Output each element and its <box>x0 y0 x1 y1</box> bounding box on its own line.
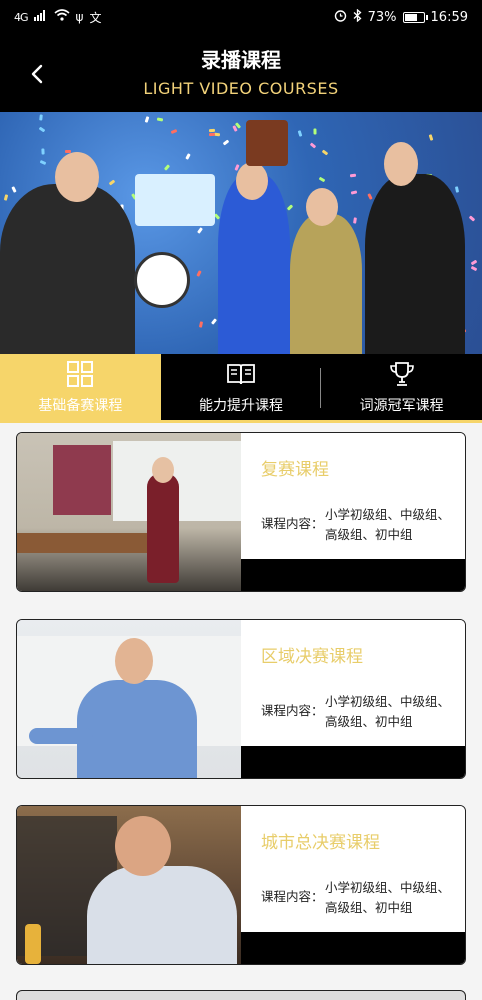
battery-level <box>404 13 417 21</box>
network-type: 4G <box>14 10 28 24</box>
course-content-label: 课程内容： <box>261 889 324 904</box>
tab-label: 词源冠军课程 <box>359 398 444 414</box>
person-1-head <box>55 152 99 202</box>
bulletin-board <box>53 445 111 515</box>
banner-badge <box>134 252 190 308</box>
course-card-partial[interactable] <box>16 990 466 1000</box>
course-content-label: 课程内容： <box>261 516 324 531</box>
trophy-held <box>246 120 288 166</box>
tab-etymology-champion[interactable]: 词源冠军课程 <box>321 354 482 420</box>
tab-basic-prep[interactable]: 基础备赛课程 <box>0 354 161 420</box>
instructor-head <box>115 816 171 876</box>
wifi-icon <box>54 9 70 25</box>
course-title: 城市总决赛课程 <box>261 833 380 853</box>
course-tabs: 基础备赛课程 能力提升课程 词源冠军课程 <box>0 354 482 420</box>
instructor <box>87 866 237 964</box>
banner-placard <box>135 174 215 226</box>
course-title: 复赛课程 <box>261 460 329 480</box>
signal-icon <box>33 9 48 25</box>
confetti-piece <box>39 114 43 121</box>
course-title: 区域决赛课程 <box>261 647 363 667</box>
person-3-head <box>306 188 338 226</box>
course-info: 复赛课程 课程内容： 小学初级组、中级组、高级组、初中组 <box>241 433 465 559</box>
banner-image[interactable] <box>0 112 482 354</box>
card-footer-bar <box>241 746 465 778</box>
course-card[interactable]: 复赛课程 课程内容： 小学初级组、中级组、高级组、初中组 <box>16 432 466 592</box>
course-card[interactable]: 城市总决赛课程 课程内容： 小学初级组、中级组、高级组、初中组 <box>16 805 466 965</box>
course-thumbnail <box>17 433 241 591</box>
instructor <box>77 680 197 778</box>
tab-ability-improve[interactable]: 能力提升课程 <box>161 354 322 420</box>
tab-underline <box>0 420 482 423</box>
person-1 <box>0 184 135 354</box>
confetti-piece <box>313 128 317 135</box>
teacher-head <box>152 457 174 483</box>
course-info: 区域决赛课程 课程内容： 小学初级组、中级组、高级组、初中组 <box>241 620 465 746</box>
course-content: 小学初级组、中级组、高级组、初中组 <box>325 880 451 915</box>
teacher <box>147 473 179 583</box>
person-2 <box>218 174 290 354</box>
alarm-icon <box>334 9 347 26</box>
person-4 <box>365 174 465 354</box>
confetti-piece <box>41 148 45 155</box>
page-title: 录播课程 <box>201 48 281 72</box>
card-footer-bar <box>241 932 465 964</box>
battery-icon <box>402 11 428 23</box>
clock-time: 16:59 <box>430 9 468 25</box>
card-footer-bar <box>241 559 465 591</box>
battery-percent: 73% <box>367 9 397 25</box>
trophy-icon <box>387 359 417 389</box>
course-content: 小学初级组、中级组、高级组、初中组 <box>325 507 451 542</box>
confetti-piece <box>208 128 216 133</box>
bottle <box>25 924 41 964</box>
course-content: 小学初级组、中级组、高级组、初中组 <box>325 694 451 729</box>
course-content-label: 课程内容： <box>261 703 324 718</box>
translate-icon: 文 <box>89 10 102 25</box>
instructor-arm <box>29 728 93 744</box>
desk <box>17 533 147 553</box>
usb-icon: ψ <box>75 10 84 24</box>
person-4-head <box>384 142 418 186</box>
status-bar: 4G ψ 文 73% 16:59 <box>0 0 482 34</box>
course-info: 城市总决赛课程 课程内容： 小学初级组、中级组、高级组、初中组 <box>241 806 465 932</box>
tab-label: 基础备赛课程 <box>38 398 123 414</box>
course-thumbnail <box>17 806 241 964</box>
bluetooth-icon <box>353 8 362 26</box>
confetti-piece <box>208 132 216 137</box>
person-2-head <box>236 162 268 200</box>
page-subtitle: LIGHT VIDEO COURSES <box>143 79 339 98</box>
course-thumbnail <box>17 620 241 778</box>
course-card[interactable]: 区域决赛课程 课程内容： 小学初级组、中级组、高级组、初中组 <box>16 619 466 779</box>
page-header: 录播课程 LIGHT VIDEO COURSES <box>0 34 482 112</box>
person-3 <box>290 214 362 354</box>
grid-icon <box>65 359 95 389</box>
book-icon <box>226 359 256 389</box>
instructor-head <box>115 638 153 684</box>
tab-label: 能力提升课程 <box>199 398 283 414</box>
